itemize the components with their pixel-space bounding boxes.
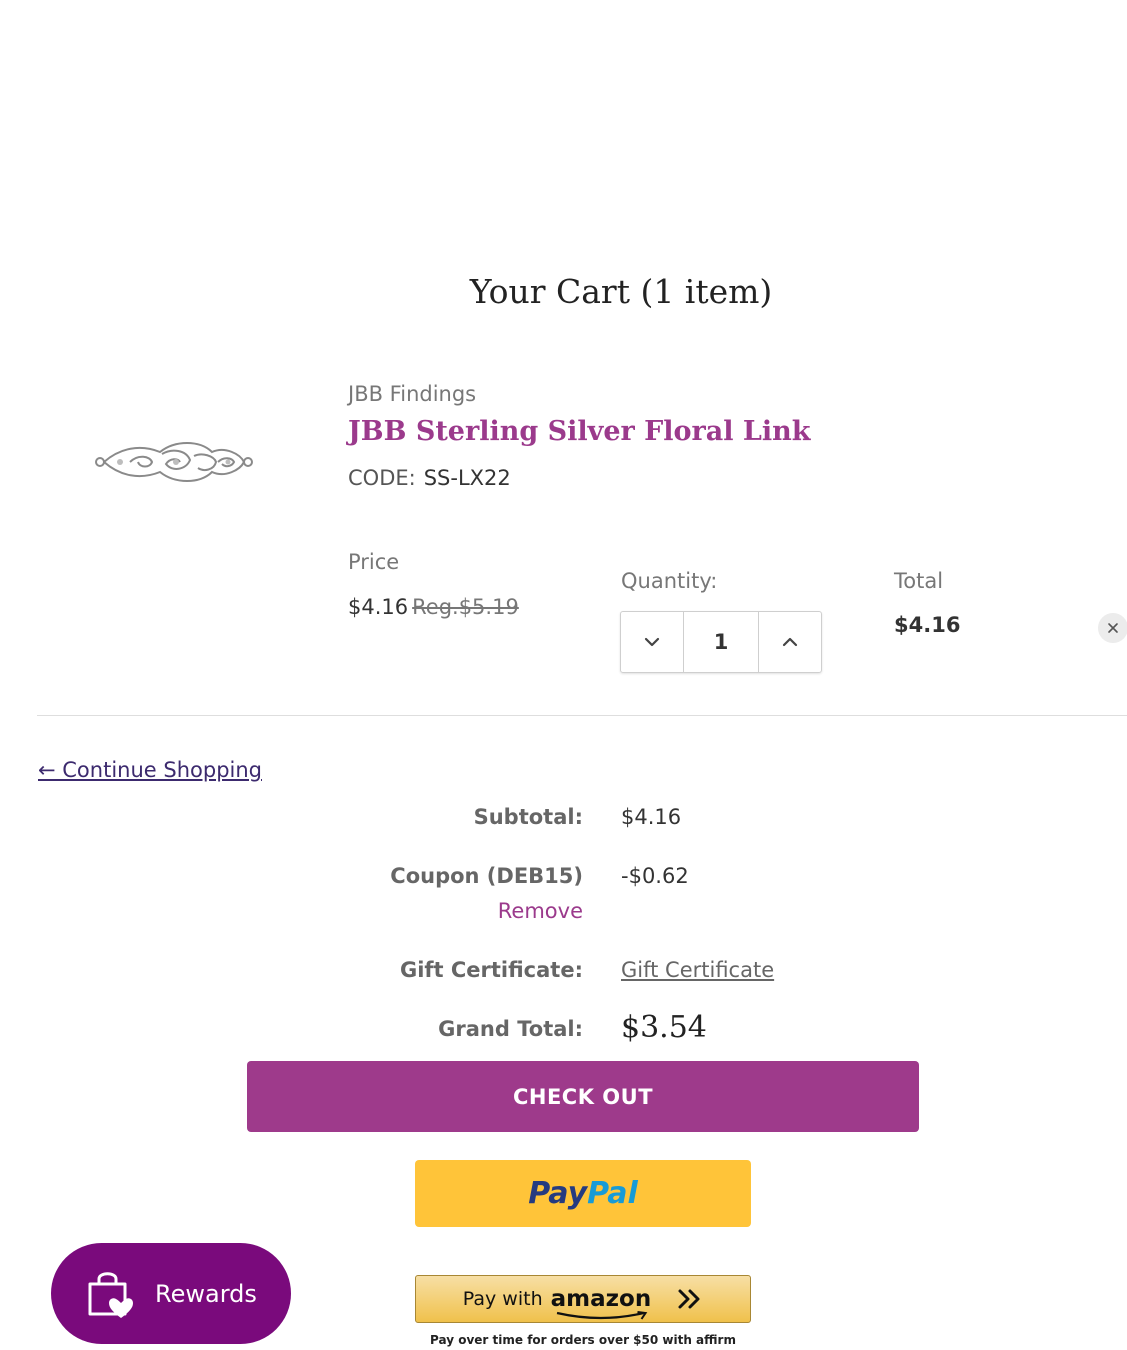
price-row: $4.16 Reg.$5.19 bbox=[348, 595, 519, 619]
close-icon bbox=[1108, 623, 1118, 633]
grand-total-value: $3.54 bbox=[621, 1010, 707, 1045]
remove-item-button[interactable] bbox=[1098, 613, 1127, 643]
quantity-input[interactable] bbox=[683, 612, 759, 672]
coupon-label: Coupon (DEB15) bbox=[390, 864, 583, 888]
sale-price: $4.16 bbox=[348, 595, 409, 619]
chevron-up-icon bbox=[782, 637, 798, 647]
gift-certificate-label: Gift Certificate: bbox=[399, 958, 583, 982]
remove-coupon-link[interactable]: Remove bbox=[498, 899, 583, 923]
gift-certificate-link[interactable]: Gift Certificate bbox=[621, 958, 774, 982]
floral-link-image bbox=[95, 442, 253, 482]
price-label: Price bbox=[348, 550, 400, 574]
quantity-stepper bbox=[620, 611, 822, 673]
amazon-smile-icon bbox=[556, 1311, 647, 1320]
code-label: CODE: bbox=[348, 466, 416, 490]
amazon-pay-prefix: Pay with bbox=[462, 1288, 543, 1310]
paypal-logo-pal: Pal bbox=[587, 1176, 638, 1211]
product-brand: JBB Findings bbox=[348, 382, 477, 406]
product-image[interactable] bbox=[90, 428, 260, 496]
subtotal-value: $4.16 bbox=[621, 805, 682, 829]
divider bbox=[37, 715, 1127, 716]
checkout-button[interactable]: CHECK OUT bbox=[247, 1061, 919, 1132]
amazon-pay-button[interactable]: Pay with amazon bbox=[415, 1275, 751, 1323]
affirm-financing-note: Pay over time for orders over $50 with a… bbox=[430, 1333, 736, 1347]
shopping-bag-heart-icon bbox=[88, 1271, 133, 1318]
chevron-down-icon bbox=[644, 637, 660, 647]
product-code: CODE: SS-LX22 bbox=[348, 466, 511, 490]
double-chevron-right-icon bbox=[678, 1289, 700, 1309]
quantity-label: Quantity: bbox=[621, 569, 718, 593]
increase-quantity-button[interactable] bbox=[759, 612, 821, 672]
continue-shopping-link[interactable]: ← Continue Shopping bbox=[38, 758, 262, 782]
paypal-logo-pay: Pay bbox=[528, 1176, 588, 1211]
page-title: Your Cart (1 item) bbox=[469, 272, 773, 311]
regular-price: Reg.$5.19 bbox=[412, 595, 519, 619]
amazon-logo-text: amazon bbox=[550, 1286, 652, 1312]
subtotal-label: Subtotal: bbox=[473, 805, 583, 829]
paypal-button[interactable]: Pay Pal bbox=[415, 1160, 751, 1227]
amazon-logo: amazon bbox=[550, 1286, 652, 1320]
product-name-link[interactable]: JBB Sterling Silver Floral Link bbox=[348, 416, 811, 447]
rewards-button[interactable]: Rewards bbox=[51, 1243, 291, 1344]
rewards-label: Rewards bbox=[155, 1279, 257, 1308]
decrease-quantity-button[interactable] bbox=[621, 612, 683, 672]
grand-total-label: Grand Total: bbox=[438, 1017, 583, 1041]
total-label: Total bbox=[894, 569, 944, 593]
code-value: SS-LX22 bbox=[423, 466, 511, 490]
item-total: $4.16 bbox=[894, 613, 961, 637]
coupon-value: -$0.62 bbox=[621, 864, 689, 888]
